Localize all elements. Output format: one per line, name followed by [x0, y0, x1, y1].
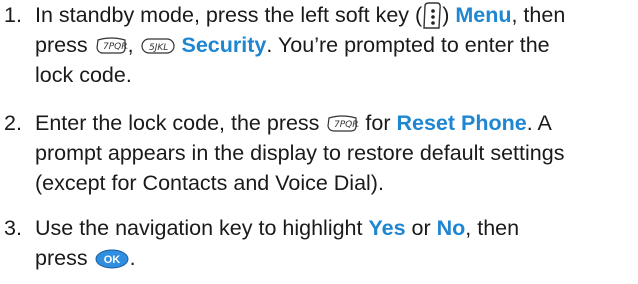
menu-label: Menu: [455, 3, 512, 27]
step-2-line-1: Enter the lock code, the press 7PQRS for…: [35, 111, 552, 135]
svg-text:7PQRS: 7PQRS: [334, 120, 359, 130]
step-1-line-3: lock code.: [35, 63, 132, 87]
no-label: No: [436, 216, 466, 240]
step-3-line-2: press OK.: [35, 246, 136, 270]
step-number: 3.: [4, 216, 22, 240]
step-number: 2.: [4, 111, 22, 135]
key-7-icon: 7PQRS: [94, 36, 128, 56]
left-soft-key-icon: [422, 1, 442, 31]
step-2-line-3: (except for Contacts and Voice Dial).: [35, 171, 384, 195]
svg-text:OK: OK: [103, 254, 120, 266]
ok-key-icon: OK: [94, 248, 130, 270]
step-number: 1.: [4, 3, 22, 27]
yes-label: Yes: [368, 216, 406, 240]
security-label: Security: [181, 33, 267, 57]
reset-phone-label: Reset Phone: [396, 111, 527, 135]
step-1-line-1: In standby mode, press the left soft key…: [35, 0, 565, 31]
key-7-icon: 7PQRS: [325, 114, 359, 134]
step-3-line-1: Use the navigation key to highlight Yes …: [35, 216, 520, 240]
key-5-icon: 5JKL: [140, 36, 176, 56]
svg-text:5JKL: 5JKL: [149, 43, 168, 53]
svg-text:7PQRS: 7PQRS: [103, 42, 128, 52]
step-2-line-2: prompt appears in the display to restore…: [35, 141, 565, 165]
step-1-line-2: press 7PQRS, 5JKL, Security. You’re prom…: [35, 33, 550, 57]
